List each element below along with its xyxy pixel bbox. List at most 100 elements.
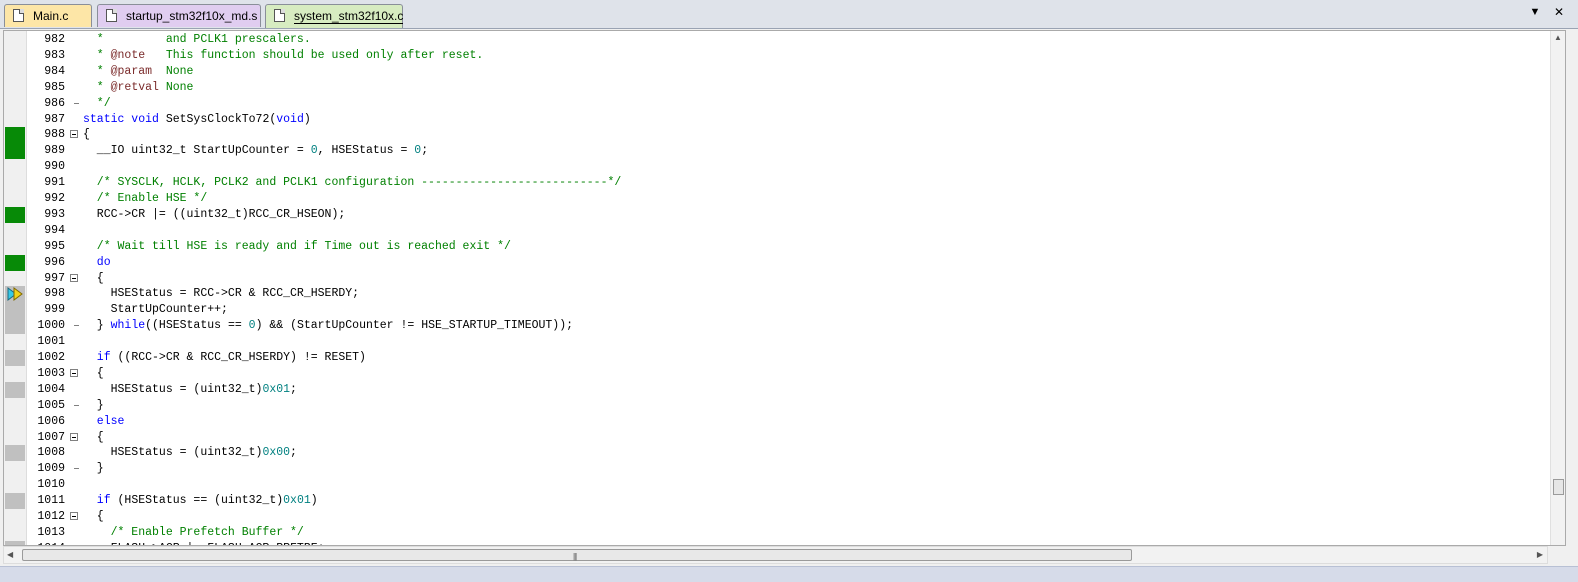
code-line[interactable]: 997 { xyxy=(4,271,1549,287)
code-text: { xyxy=(83,127,90,143)
code-line[interactable]: 991 /* SYSCLK, HCLK, PCLK2 and PCLK1 con… xyxy=(4,175,1549,191)
line-number: 993 xyxy=(44,207,65,221)
code-token: do xyxy=(83,255,111,269)
code-line[interactable]: 1013 /* Enable Prefetch Buffer */ xyxy=(4,525,1549,541)
code-line[interactable]: 990 xyxy=(4,159,1549,175)
code-line[interactable]: 999 StartUpCounter++; xyxy=(4,302,1549,319)
code-line[interactable]: 1010 xyxy=(4,477,1549,493)
close-icon[interactable]: ✕ xyxy=(1552,5,1566,19)
scroll-left-icon[interactable]: ◀ xyxy=(7,550,13,559)
code-line[interactable]: 1004 HSEStatus = (uint32_t)0x01; xyxy=(4,381,1549,398)
tab-main-c[interactable]: Main.c xyxy=(4,4,92,27)
code-token: */ xyxy=(83,96,111,110)
scroll-right-icon[interactable]: ▶ xyxy=(1537,550,1543,559)
code-text: else xyxy=(83,414,125,430)
code-line[interactable]: 1005 } xyxy=(4,398,1549,414)
code-line[interactable]: 1002 if ((RCC->CR & RCC_CR_HSERDY) != RE… xyxy=(4,350,1549,366)
line-number: 1009 xyxy=(37,462,65,476)
scroll-corner xyxy=(1548,546,1566,564)
code-token: HSEStatus = (uint32_t) xyxy=(83,446,263,460)
line-number: 987 xyxy=(44,112,65,126)
code-text: static void SetSysClockTo72(void) xyxy=(83,112,311,128)
code-token: void xyxy=(276,112,304,126)
code-line[interactable]: 1012 { xyxy=(4,509,1549,525)
fold-collapse-icon[interactable] xyxy=(69,127,81,143)
code-line[interactable]: 982 * and PCLK1 prescalers. xyxy=(4,32,1549,48)
code-line[interactable]: 1008 HSEStatus = (uint32_t)0x00; xyxy=(4,445,1549,462)
code-token: /* SYSCLK, HCLK, PCLK2 and PCLK1 configu… xyxy=(83,176,622,190)
execution-arrow-icon xyxy=(7,287,23,302)
code-line[interactable]: 984 * @param None xyxy=(4,64,1549,80)
horizontal-scroll-thumb[interactable]: ||| xyxy=(22,549,1132,561)
scroll-up-icon[interactable]: ▲ xyxy=(1554,33,1562,42)
code-line[interactable]: 1007 { xyxy=(4,430,1549,446)
code-line[interactable]: 986 */ xyxy=(4,96,1549,112)
dropdown-arrow-icon[interactable]: ▼ xyxy=(1528,6,1542,18)
line-number: 982 xyxy=(44,33,65,46)
code-line[interactable]: 983 * @note This function should be used… xyxy=(4,48,1549,64)
code-token: { xyxy=(83,128,90,142)
grip-icon: ||| xyxy=(573,552,577,561)
code-line[interactable]: 988 { xyxy=(4,127,1549,144)
code-token: StartUpCounter++; xyxy=(83,303,228,317)
fold-end-icon xyxy=(69,398,81,414)
code-line[interactable]: 985 * @retval None xyxy=(4,80,1549,96)
vertical-scroll-thumb[interactable] xyxy=(1553,479,1564,495)
code-token: { xyxy=(83,510,104,523)
horizontal-scrollbar[interactable]: ◀ ||| ▶ xyxy=(3,546,1548,564)
line-number: 990 xyxy=(44,160,65,174)
fold-collapse-icon[interactable] xyxy=(69,366,81,382)
tab-startup-s[interactable]: startup_stm32f10x_md.s xyxy=(97,4,261,27)
code-token: if xyxy=(83,351,111,364)
fold-collapse-icon[interactable] xyxy=(69,509,81,525)
code-editor[interactable]: 982 * and PCLK1 prescalers. 983 * @note T… xyxy=(3,30,1566,546)
code-area[interactable]: 982 * and PCLK1 prescalers. 983 * @note T… xyxy=(4,31,1549,545)
code-line[interactable]: 1000 } while((HSEStatus == 0) && (StartU… xyxy=(4,318,1549,335)
code-text: * @note This function should be used onl… xyxy=(83,48,483,64)
fold-collapse-icon[interactable] xyxy=(69,271,81,287)
code-token: HSEStatus = RCC->CR & RCC_CR_HSERDY; xyxy=(83,287,360,301)
fold-collapse-icon[interactable] xyxy=(69,430,81,446)
line-number: 998 xyxy=(44,287,65,301)
code-line[interactable]: 1003 { xyxy=(4,366,1549,382)
code-line[interactable]: 987 static void SetSysClockTo72(void) xyxy=(4,112,1549,128)
code-line[interactable]: 1009 } xyxy=(4,461,1549,477)
code-text: { xyxy=(83,366,104,382)
code-token: , HSEStatus = xyxy=(317,144,415,158)
code-token: ; xyxy=(290,382,297,396)
code-token: static void xyxy=(83,112,159,126)
line-number: 1003 xyxy=(37,366,65,380)
code-text: RCC->CR |= ((uint32_t)RCC_CR_HSEON); xyxy=(83,207,345,223)
code-line[interactable]: 998 HSEStatus = RCC->CR & RCC_CR_HSERDY; xyxy=(4,286,1549,303)
coverage-not-executed-marker xyxy=(5,493,25,510)
code-token: ) xyxy=(310,494,318,508)
code-line[interactable]: 993 RCC->CR |= ((uint32_t)RCC_CR_HSEON); xyxy=(4,206,1549,223)
tab-bar: Main.c startup_stm32f10x_md.s system_stm… xyxy=(0,0,1578,29)
code-line[interactable]: 1011 if (HSEStatus == (uint32_t)0x01) xyxy=(4,493,1549,510)
tab-system-c[interactable]: system_stm32f10x.c xyxy=(265,4,404,28)
code-line[interactable]: 994 xyxy=(4,223,1549,239)
line-number: 985 xyxy=(44,80,65,94)
code-token: @retval xyxy=(110,80,159,94)
code-text: { xyxy=(83,430,104,446)
code-line[interactable]: 995 /* Wait till HSE is ready and if Tim… xyxy=(4,239,1549,255)
code-line[interactable]: 1006 else xyxy=(4,414,1549,430)
status-bar xyxy=(0,566,1578,582)
line-number: 1012 xyxy=(37,510,65,523)
line-number: 999 xyxy=(44,303,65,317)
code-token: } xyxy=(83,319,111,333)
code-token: SetSysClockTo72( xyxy=(158,112,277,126)
code-text: HSEStatus = (uint32_t)0x00; xyxy=(83,445,297,461)
line-number: 1004 xyxy=(37,382,65,396)
code-text: /* Enable Prefetch Buffer */ xyxy=(83,525,304,541)
code-line[interactable]: 992 /* Enable HSE */ xyxy=(4,191,1549,207)
code-token: ((HSEStatus == xyxy=(145,319,249,333)
code-line[interactable]: 996 do xyxy=(4,254,1549,271)
code-line[interactable]: 989 __IO uint32_t StartUpCounter = 0, HS… xyxy=(4,143,1549,160)
fold-end-icon xyxy=(69,318,81,334)
code-line[interactable]: 1001 xyxy=(4,334,1549,350)
vertical-scrollbar[interactable]: ▲ xyxy=(1550,31,1565,545)
code-token: This function should be used only after … xyxy=(145,48,484,62)
code-token: 0 xyxy=(310,144,318,158)
line-number: 1001 xyxy=(37,335,65,349)
